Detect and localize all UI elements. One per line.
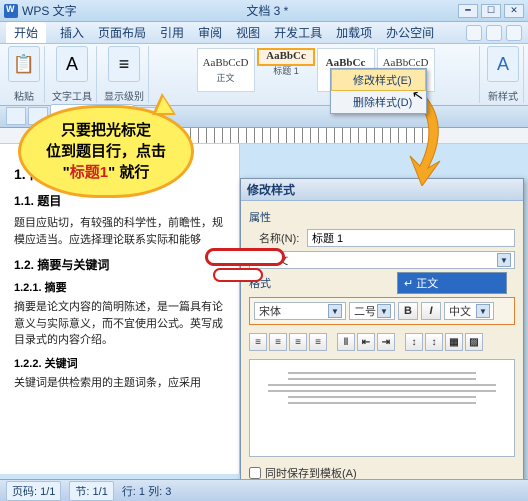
chevron-down-icon: ▼ [497, 253, 511, 267]
maximize-button[interactable]: ☐ [481, 4, 501, 18]
menu-reference[interactable]: 引用 [160, 24, 184, 41]
doc-h5: 1.2.2. 关键词 [14, 355, 225, 371]
preview-box [249, 359, 515, 457]
status-page[interactable]: 页码: 1/1 [6, 481, 61, 501]
format-box: 宋体▼ 二号▼ B I 中文▼ [249, 297, 515, 325]
doc-p2: 摘要是论文内容的简明陈述，是一篇具有论意义与实际意义，而不宜使用公式。英写成目录… [14, 299, 225, 349]
chevron-down-icon: ▼ [377, 304, 391, 318]
paste-button[interactable]: 📋 [8, 46, 40, 82]
menu-review[interactable]: 审阅 [198, 24, 222, 41]
save-to-template-checkbox[interactable] [249, 467, 261, 479]
callout-annotation: 只要把光标定 位到题目行，点击 "标题1" 就行 [18, 105, 194, 198]
status-position: 行: 1 列: 3 [122, 483, 172, 499]
align-right-button[interactable]: ≡ [289, 333, 307, 351]
toolbar-row: ≡ ≡ ≡ ≡ ‖ ⇤ ⇥ ↕ ↕ ▦ ▨ [249, 333, 515, 351]
menu-devtools[interactable]: 开发工具 [274, 24, 322, 41]
app-icon [4, 4, 18, 18]
follow-dropdown: ↵ 正文 [397, 272, 507, 294]
ribbon-styles-group: AaBbCcD正文 AaBbCc标题 1 AaBbCc标题 2 AaBbCcD标… [152, 46, 480, 103]
title-bar: WPS 文字 文档 3 * ━ ☐ ✕ [0, 0, 528, 22]
italic-button[interactable]: I [421, 302, 441, 320]
align-center-button[interactable]: ≡ [269, 333, 287, 351]
menu-insert[interactable]: 插入 [60, 24, 84, 41]
menu-pagelayout[interactable]: 页面布局 [98, 24, 146, 41]
doc-p1: 题目应贴切，有较强的科学性，前瞻性，规模应适当。应选择理论联系实际和能够 [14, 215, 225, 248]
bold-button[interactable]: B [398, 302, 418, 320]
dialog-title: 修改样式 [241, 179, 523, 201]
border-button[interactable]: ▦ [445, 333, 463, 351]
spacing-after-button[interactable]: ↕ [425, 333, 443, 351]
menu-bar: 开始 插入 页面布局 引用 审阅 视图 开发工具 加载项 办公空间 [0, 22, 528, 44]
doc-p3: 关键词是供检索用的主题词条，应采用 [14, 375, 225, 392]
help-icon[interactable] [466, 25, 482, 41]
status-section[interactable]: 节: 1/1 [69, 481, 113, 501]
name-input[interactable] [307, 229, 515, 247]
ribbon-paste-group: 📋 粘贴 [4, 46, 45, 103]
style-heading1[interactable]: AaBbCc标题 1 [257, 48, 315, 66]
minimize-button[interactable]: ━ [458, 4, 478, 18]
ribbon-newstyle-group: A 新样式 [483, 46, 524, 103]
menu-view[interactable]: 视图 [236, 24, 260, 41]
align-left-button[interactable]: ≡ [249, 333, 267, 351]
chevron-down-icon: ▼ [476, 304, 490, 318]
modify-style-dialog: 修改样式 属性 名称(N): ↵ 正文▼ 格式 宋体▼ 二号▼ B I 中文▼ … [240, 178, 524, 488]
align-justify-button[interactable]: ≡ [309, 333, 327, 351]
red-ellipse-annotation [205, 248, 285, 266]
settings-icon[interactable] [506, 25, 522, 41]
linespacing-button[interactable]: ‖ [337, 333, 355, 351]
spacing-before-button[interactable]: ↕ [405, 333, 423, 351]
font-select[interactable]: 宋体▼ [254, 302, 346, 320]
menu-addins[interactable]: 加载项 [336, 24, 372, 41]
newstyle-button[interactable]: A [487, 46, 519, 82]
home-icon[interactable] [486, 25, 502, 41]
wordtool-label: 文字工具 [52, 88, 92, 103]
dropdown-item[interactable]: ↵ 正文 [398, 273, 506, 293]
showlevel-label: 显示级别 [104, 88, 144, 103]
style-normal[interactable]: AaBbCcD正文 [197, 48, 255, 92]
red-ellipse-annotation-2 [213, 268, 263, 282]
doc-h4: 1.2.1. 摘要 [14, 279, 225, 295]
ribbon-wordtool-group: A 文字工具 [48, 46, 97, 103]
menu-start[interactable]: 开始 [6, 22, 46, 43]
lang-select[interactable]: 中文▼ [444, 302, 494, 320]
wordtool-button[interactable]: A [56, 46, 88, 82]
indent-dec-button[interactable]: ⇤ [357, 333, 375, 351]
menu-office[interactable]: 办公空间 [386, 24, 434, 41]
indent-inc-button[interactable]: ⇥ [377, 333, 395, 351]
shading-button[interactable]: ▨ [465, 333, 483, 351]
newstyle-label: 新样式 [488, 88, 518, 103]
dialog-section-properties: 属性 [249, 209, 515, 225]
follow-select[interactable]: ↵ 正文▼ [249, 251, 515, 269]
ribbon-showlevel-group: ≡ 显示级别 [100, 46, 149, 103]
app-name: WPS 文字 [22, 2, 77, 19]
label-name: 名称(N): [249, 230, 301, 246]
paste-label: 粘贴 [14, 88, 34, 103]
doc-h3: 1.2. 摘要与关键词 [14, 256, 225, 273]
close-button[interactable]: ✕ [504, 4, 524, 18]
doc-title: 文档 3 * [77, 2, 458, 19]
showlevel-button[interactable]: ≡ [108, 46, 140, 82]
window-buttons: ━ ☐ ✕ [458, 4, 524, 18]
chevron-down-icon: ▼ [328, 304, 342, 318]
status-bar: 页码: 1/1 节: 1/1 行: 1 列: 3 [0, 479, 528, 501]
size-select[interactable]: 二号▼ [349, 302, 395, 320]
